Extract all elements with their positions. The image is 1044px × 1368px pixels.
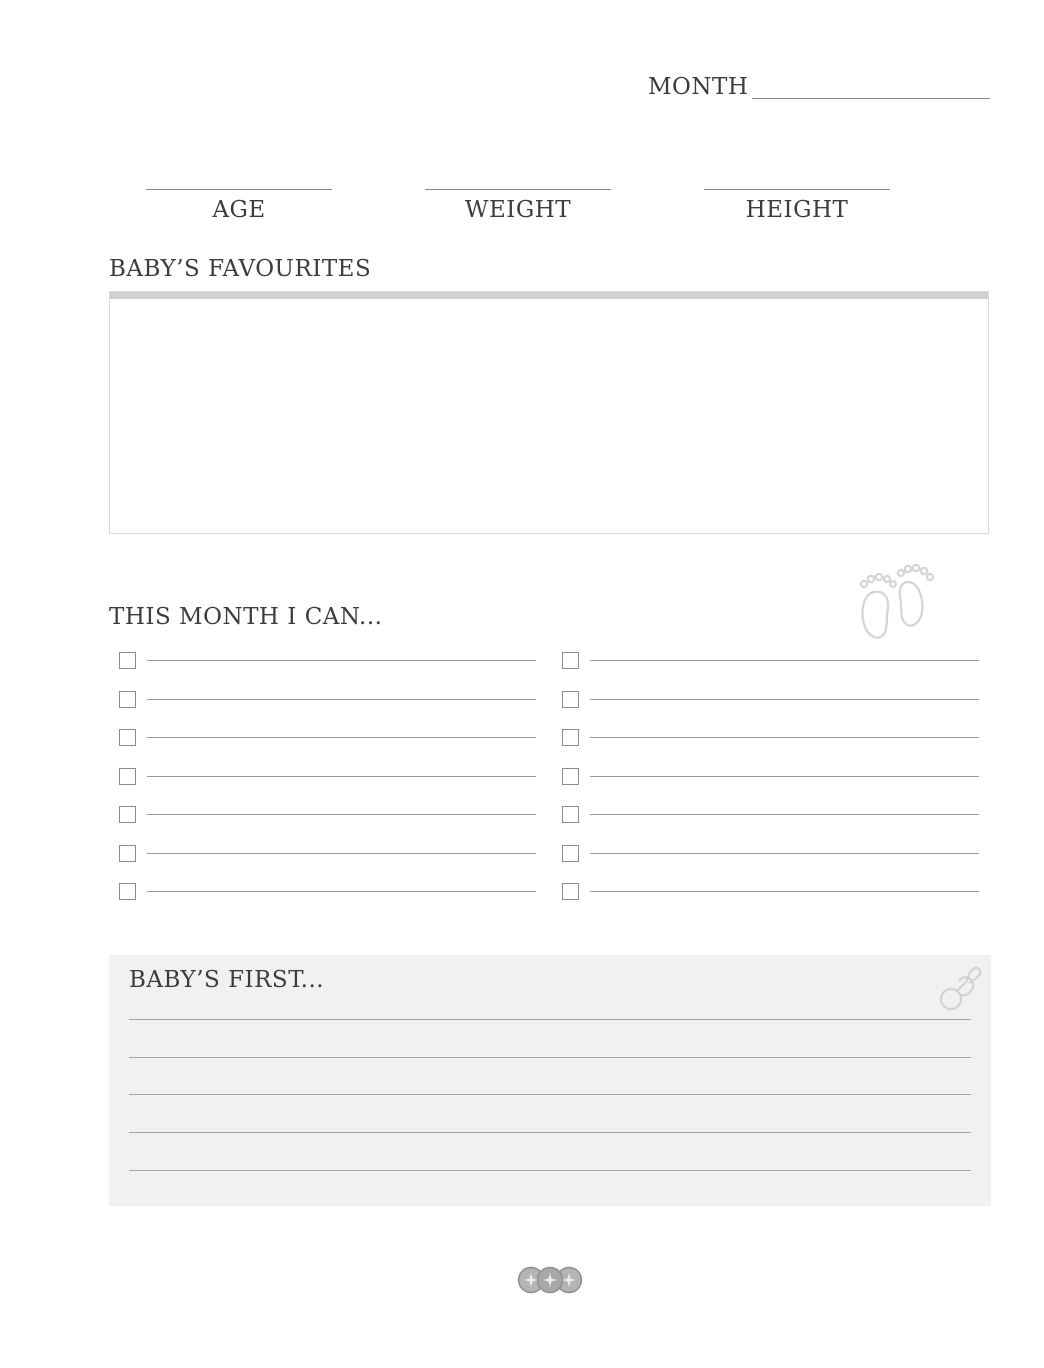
milestone-input-line[interactable] <box>590 698 979 700</box>
weight-input-line[interactable] <box>425 189 611 190</box>
milestone-checkbox[interactable] <box>119 729 136 746</box>
milestones-title: THIS MONTH I CAN... <box>109 604 383 630</box>
milestone-checkbox[interactable] <box>562 690 579 708</box>
pacifier-icon <box>939 966 982 1011</box>
milestone-checkbox[interactable] <box>562 806 579 823</box>
milestone-input-line[interactable] <box>147 814 536 815</box>
month-input-line[interactable] <box>752 98 990 99</box>
favourites-header-bar <box>110 292 988 299</box>
firsts-input-line[interactable] <box>129 1019 971 1020</box>
milestone-input-line[interactable] <box>147 775 536 777</box>
milestone-checkbox[interactable] <box>119 767 136 785</box>
milestone-input-line[interactable] <box>590 775 979 777</box>
firsts-input-line[interactable] <box>129 1132 971 1134</box>
milestone-input-line[interactable] <box>590 852 979 854</box>
weight-label: WEIGHT <box>464 197 572 223</box>
milestone-checkbox[interactable] <box>562 844 579 862</box>
favourites-title: BABY’S FAVOURITES <box>109 256 372 282</box>
milestone-checkbox[interactable] <box>119 883 136 900</box>
milestone-input-line[interactable] <box>147 891 536 892</box>
age-label: AGE <box>212 197 266 223</box>
favourites-box[interactable] <box>109 291 989 534</box>
milestone-checkbox[interactable] <box>562 729 579 746</box>
milestone-checkbox[interactable] <box>119 844 136 862</box>
firsts-title: BABY’S FIRST... <box>129 967 325 993</box>
milestone-input-line[interactable] <box>147 698 536 700</box>
height-label: HEIGHT <box>745 197 849 223</box>
milestone-input-line[interactable] <box>147 852 536 854</box>
firsts-input-line[interactable] <box>129 1169 971 1171</box>
baby-feet-icon <box>859 563 935 639</box>
firsts-box: BABY’S FIRST... <box>109 955 991 1206</box>
milestone-checkbox[interactable] <box>119 652 136 669</box>
milestone-input-line[interactable] <box>590 660 979 661</box>
milestone-checkbox[interactable] <box>119 806 136 823</box>
milestone-input-line[interactable] <box>147 737 536 738</box>
age-input-line[interactable] <box>146 189 332 190</box>
firsts-input-line[interactable] <box>129 1056 971 1058</box>
height-input-line[interactable] <box>704 189 890 190</box>
milestone-checkbox[interactable] <box>562 652 579 669</box>
milestone-checkbox[interactable] <box>562 767 579 785</box>
milestone-checkbox[interactable] <box>119 690 136 708</box>
milestone-input-line[interactable] <box>147 660 536 661</box>
three-circles-logo-icon <box>517 1266 583 1294</box>
milestone-input-line[interactable] <box>590 737 979 738</box>
month-label: MONTH <box>648 74 749 100</box>
milestone-checkbox[interactable] <box>562 883 579 900</box>
firsts-input-line[interactable] <box>129 1094 971 1096</box>
milestone-input-line[interactable] <box>590 891 979 892</box>
milestone-input-line[interactable] <box>590 814 979 815</box>
